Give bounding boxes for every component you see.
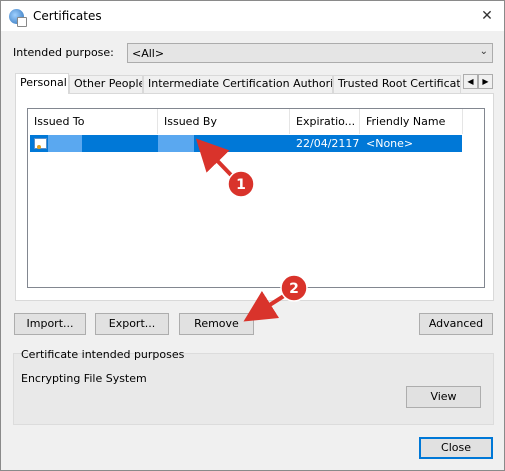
certificate-icon [34, 138, 47, 149]
window-close-button[interactable]: ✕ [476, 5, 498, 27]
chevron-down-icon: ⌄ [479, 46, 488, 57]
tab-intermediate-ca[interactable]: Intermediate Certification Authorities [143, 75, 333, 93]
column-header-expiration[interactable]: Expiratio... [290, 109, 360, 134]
certificates-dialog: Certificates ✕ Intended purpose: <All> ⌄… [0, 0, 505, 471]
tab-scroll-right-button[interactable]: ▶ [478, 74, 493, 89]
close-button[interactable]: Close [419, 437, 493, 459]
window-title: Certificates [33, 9, 102, 23]
view-button[interactable]: View [406, 386, 481, 408]
import-button[interactable]: Import... [14, 313, 86, 335]
redacted-issued-by [158, 135, 194, 152]
advanced-button[interactable]: Advanced [419, 313, 493, 335]
export-button[interactable]: Export... [95, 313, 169, 335]
remove-button[interactable]: Remove [179, 313, 254, 335]
table-row[interactable]: 22/04/2117 <None> [30, 135, 462, 152]
redacted-issued-to [48, 135, 82, 152]
intended-purposes-title: Certificate intended purposes [21, 348, 185, 361]
tab-trusted-root[interactable]: Trusted Root Certification [333, 75, 461, 93]
column-header-issued-by[interactable]: Issued By [158, 109, 290, 134]
title-bar: Certificates ✕ [1, 1, 504, 31]
intended-purposes-value: Encrypting File System [21, 372, 147, 385]
tab-personal[interactable]: Personal [15, 73, 69, 94]
certificate-list[interactable]: Issued To Issued By Expiratio... Friendl… [27, 108, 485, 288]
tab-other-people[interactable]: Other People [69, 75, 143, 93]
cell-friendly-name: <None> [366, 137, 414, 150]
intended-purpose-dropdown[interactable]: <All> ⌄ [127, 43, 493, 63]
column-header-issued-to[interactable]: Issued To [28, 109, 158, 134]
tab-strip: Personal Other People Intermediate Certi… [15, 73, 493, 94]
tab-scroll-left-button[interactable]: ◀ [463, 74, 478, 89]
cell-expiration: 22/04/2117 [296, 137, 360, 150]
certificate-globe-icon [9, 9, 27, 27]
column-header-friendly-name[interactable]: Friendly Name [360, 109, 463, 134]
personal-tab-panel: Issued To Issued By Expiratio... Friendl… [15, 93, 494, 301]
intended-purpose-label: Intended purpose: [13, 46, 114, 59]
intended-purpose-value: <All> [132, 47, 165, 60]
